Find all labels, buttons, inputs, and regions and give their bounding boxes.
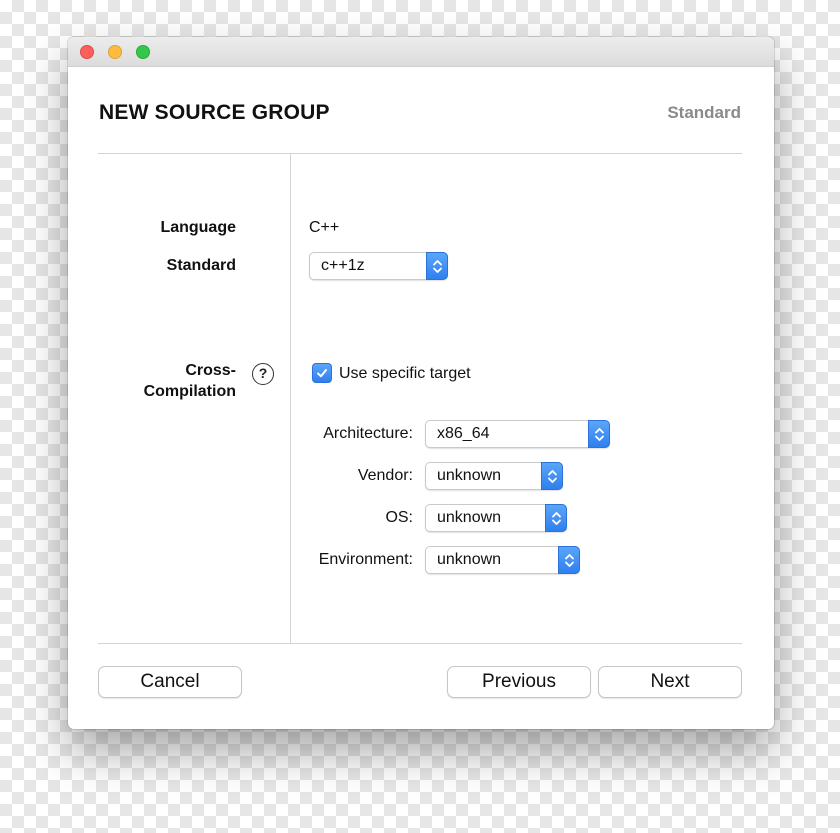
standard-select-value: c++1z — [321, 257, 365, 274]
chevron-up-down-icon — [545, 504, 567, 532]
os-select-value: unknown — [437, 509, 502, 526]
cross-compilation-label-line1: Cross- — [185, 362, 236, 379]
environment-label: Environment: — [318, 551, 413, 568]
os-select[interactable]: unknown — [425, 504, 567, 532]
cross-compilation-label-line2: Compilation — [143, 383, 236, 400]
page-title: NEW SOURCE GROUP — [99, 101, 330, 124]
dialog-window: NEW SOURCE GROUP Standard Language C++ S… — [68, 37, 774, 729]
close-window-button[interactable] — [80, 45, 94, 59]
bottom-divider — [98, 643, 742, 644]
architecture-select[interactable]: x86_64 — [425, 420, 610, 448]
step-label: Standard — [667, 103, 741, 122]
architecture-select-value: x86_64 — [437, 425, 490, 442]
previous-button[interactable]: Previous — [447, 666, 591, 698]
standard-label: Standard — [166, 257, 236, 274]
os-label: OS: — [385, 509, 413, 526]
minimize-window-button[interactable] — [108, 45, 122, 59]
top-divider — [98, 153, 742, 154]
chevron-up-down-icon — [541, 462, 563, 490]
checkmark-icon — [317, 369, 327, 378]
title-bar — [68, 37, 774, 67]
use-specific-target-checkbox[interactable] — [312, 363, 332, 383]
architecture-label: Architecture: — [323, 425, 413, 442]
vendor-select-value: unknown — [437, 467, 502, 484]
chevron-up-down-icon — [558, 546, 580, 574]
vendor-label: Vendor: — [357, 467, 413, 484]
environment-select-value: unknown — [437, 551, 502, 568]
standard-select[interactable]: c++1z — [309, 252, 448, 280]
column-divider — [290, 153, 291, 643]
use-specific-target-label[interactable]: Use specific target — [339, 365, 471, 383]
chevron-up-down-icon — [426, 252, 448, 280]
language-label: Language — [160, 219, 236, 236]
vendor-select[interactable]: unknown — [425, 462, 563, 490]
cancel-button[interactable]: Cancel — [98, 666, 242, 698]
language-value: C++ — [309, 219, 340, 236]
environment-select[interactable]: unknown — [425, 546, 580, 574]
chevron-up-down-icon — [588, 420, 610, 448]
maximize-window-button[interactable] — [136, 45, 150, 59]
question-circle-icon[interactable]: ? — [252, 363, 274, 385]
next-button[interactable]: Next — [598, 666, 742, 698]
